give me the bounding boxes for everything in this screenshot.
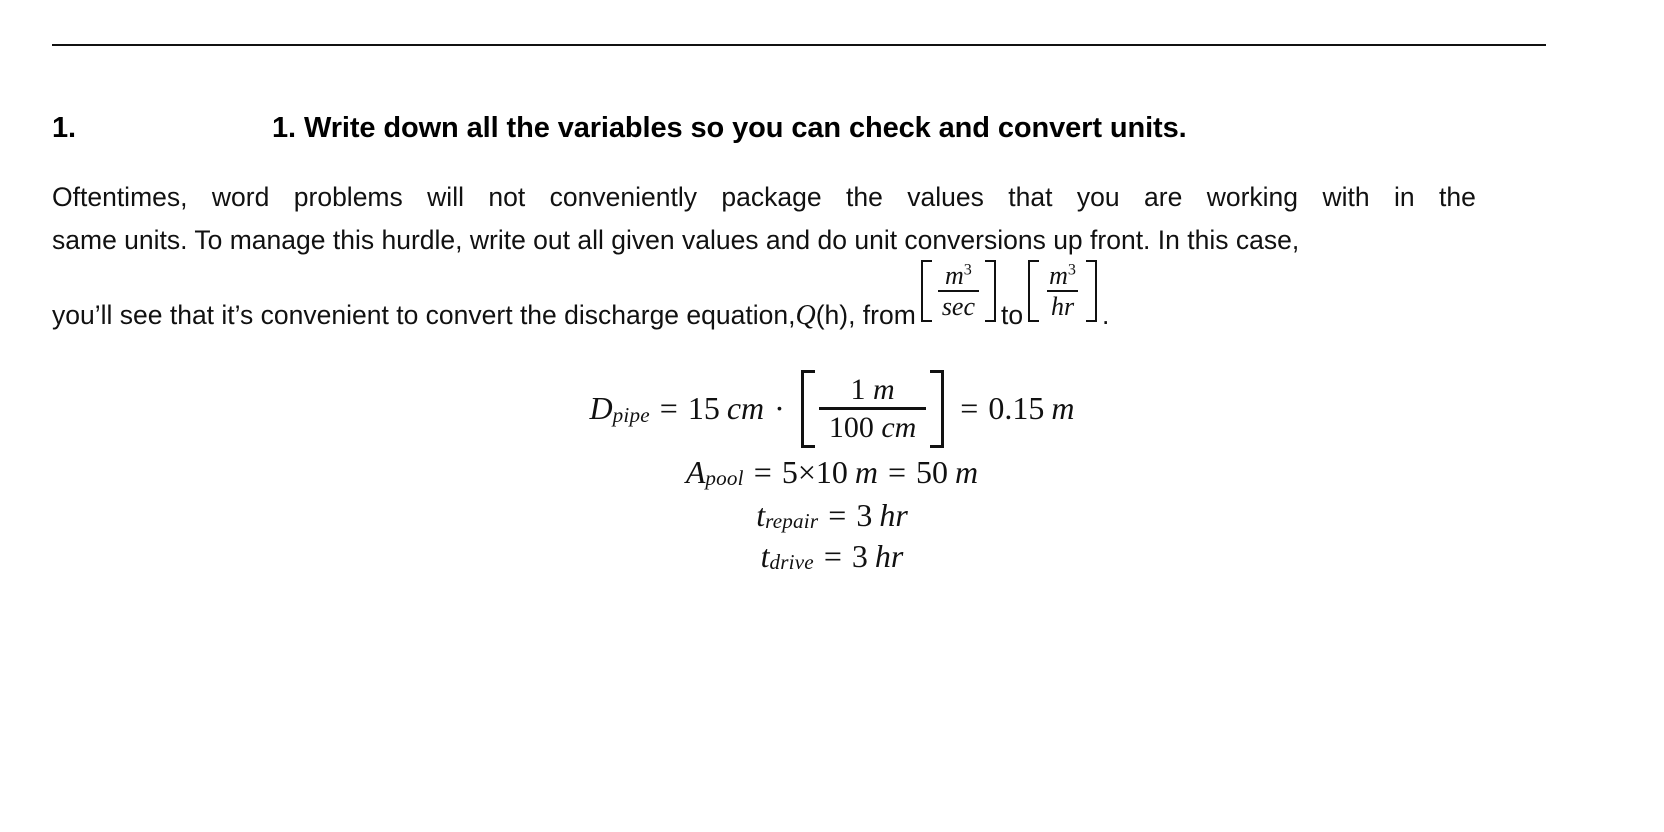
equation-pipe-diameter: Dpipe = 15 cm · 1 m 100 cm = 0.15 m [0, 370, 1664, 448]
fraction-denominator: hr [1046, 290, 1079, 321]
word: package [721, 182, 822, 212]
discharge-equation-symbol: Q [795, 300, 816, 332]
equation-unit: m [854, 453, 878, 490]
word: will [427, 182, 464, 212]
equation-subscript: pipe [612, 402, 650, 427]
document-page: 1. 1. Write down all the variables so yo… [0, 0, 1664, 832]
equation-unit: hr [874, 537, 904, 574]
paragraph-line-3-period: . [1101, 300, 1110, 331]
bracket-right-icon [1085, 260, 1097, 323]
exponent: 3 [1067, 261, 1076, 279]
equation-value: 3 [856, 496, 873, 533]
word: in [1394, 182, 1415, 212]
equation-repair-time: t repair = 3 hr [0, 497, 1664, 534]
equation-symbol: t [756, 496, 766, 533]
word: with [1322, 182, 1370, 212]
word: problems [293, 182, 403, 212]
conversion-factor: 1 m 100 cm [800, 370, 945, 448]
fraction-numerator: 1 m [850, 373, 895, 406]
word: are [1144, 182, 1183, 212]
equation-subscript: drive [769, 550, 814, 575]
bracket-left-icon [800, 370, 815, 448]
equals-sign: = [823, 537, 842, 574]
discharge-equation-argument: (h) [815, 300, 849, 331]
word: values [907, 182, 984, 212]
equals-sign: = [960, 390, 979, 427]
paragraph-line-3-prefix: you’ll see that it’s convenient to conve… [52, 300, 796, 331]
equation-subscript: repair [765, 509, 819, 534]
bracket-right-icon [985, 260, 997, 323]
equation-value: 5×10 [781, 453, 848, 490]
multiplication-dot-icon: · [774, 390, 785, 427]
unit-fraction-seconds: m3 sec [920, 260, 997, 323]
bracket-right-icon [930, 370, 945, 448]
bracket-left-icon [1028, 260, 1040, 323]
equation-unit: cm [726, 390, 765, 427]
equation-result-unit: m [955, 453, 979, 490]
equation-block: Dpipe = 15 cm · 1 m 100 cm = 0.15 m A po… [0, 370, 1664, 575]
equation-result-unit: m [1051, 390, 1075, 427]
word: word [211, 182, 270, 212]
fraction-denominator: 100 cm [818, 407, 927, 445]
equation-pool-area: Apool = 5×10 m = 50 m [0, 454, 1664, 491]
equation-symbol: D [589, 390, 613, 427]
word: not [488, 182, 526, 212]
heading-list-number: 1. [52, 112, 76, 144]
equals-sign: = [828, 496, 847, 533]
word: conveniently [549, 182, 697, 212]
horizontal-rule [52, 44, 1546, 46]
equals-sign: = [887, 453, 907, 490]
equation-symbol: A [685, 453, 706, 490]
word: that [1008, 182, 1053, 212]
paragraph-line-2: same units. To manage this hurdle, write… [52, 219, 1476, 262]
heading-title: 1. Write down all the variables so you c… [272, 112, 1187, 144]
equation-value: 3 [851, 537, 868, 574]
equation-symbol: t [760, 537, 770, 574]
fraction-numerator: m3 [1049, 261, 1076, 290]
paragraph-line-3-mid: , from [848, 300, 916, 331]
paragraph-line-1: Oftentimes, word problems will not conve… [52, 176, 1476, 219]
word: the [845, 182, 883, 212]
fraction-numerator: m3 [944, 261, 972, 290]
paragraph-line-3-to: to [1001, 300, 1024, 331]
paragraph-line-3: you’ll see that it’s convenient to conve… [52, 260, 1476, 348]
word: working [1206, 182, 1299, 212]
exponent: 3 [963, 261, 972, 279]
equation-subscript: pool [705, 466, 744, 491]
word: Oftentimes, [52, 182, 188, 212]
equation-unit: hr [879, 496, 908, 533]
bracket-left-icon [920, 260, 932, 323]
equals-sign: = [659, 390, 678, 427]
equation-result: 0.15 [988, 390, 1045, 427]
equation-drive-time: t drive = 3 hr [0, 538, 1664, 575]
paragraph-line-2-text: same units. To manage this hurdle, write… [52, 225, 1300, 255]
equation-result: 50 [916, 453, 949, 490]
word: you [1076, 182, 1120, 212]
section-heading: 1. 1. Write down all the variables so yo… [52, 112, 1552, 145]
body-paragraph: Oftentimes, word problems will not conve… [52, 176, 1476, 348]
equals-sign: = [753, 453, 772, 490]
equation-value: 15 [687, 390, 720, 427]
word: the [1439, 182, 1476, 212]
fraction-denominator: sec [937, 290, 980, 321]
unit-fraction-hours: m3 hr [1028, 260, 1097, 323]
